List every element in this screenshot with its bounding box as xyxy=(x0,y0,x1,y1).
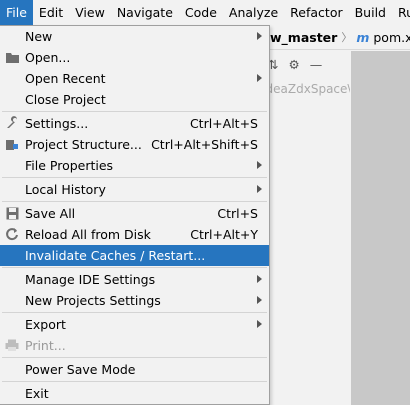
project-toolbar: ⇅ ⚙ — xyxy=(262,51,350,77)
submenu-arrow-icon xyxy=(257,161,262,169)
maven-icon: m xyxy=(356,29,370,45)
menu-item-project-structure[interactable]: Project Structure... Ctrl+Alt+Shift+S xyxy=(0,134,269,155)
menu-separator xyxy=(2,381,267,382)
menu-item-manage-ide-settings[interactable]: Manage IDE Settings xyxy=(0,269,269,290)
menu-item-new-projects-settings[interactable]: New Projects Settings xyxy=(0,290,269,311)
menu-item-save-all[interactable]: Save All Ctrl+S xyxy=(0,203,269,224)
breadcrumb-project[interactable]: w_master xyxy=(270,30,337,45)
menu-item-open-recent[interactable]: Open Recent xyxy=(0,68,269,89)
menu-item-local-history[interactable]: Local History xyxy=(0,179,269,200)
menu-bar: File Edit View Navigate Code Analyze Ref… xyxy=(0,0,410,25)
menu-separator xyxy=(2,357,267,358)
menu-separator xyxy=(2,201,267,202)
breadcrumb-file[interactable]: pom.xml xyxy=(373,30,410,45)
submenu-arrow-icon xyxy=(257,296,262,304)
menu-item-file-properties[interactable]: File Properties xyxy=(0,155,269,176)
menu-analyze[interactable]: Analyze xyxy=(223,0,284,25)
menu-item-settings[interactable]: Settings... Ctrl+Alt+S xyxy=(0,113,269,134)
menu-item-open[interactable]: Open... xyxy=(0,47,269,68)
navigation-bar: w_master 〉 m pom.xml xyxy=(262,25,410,50)
menu-refactor[interactable]: Refactor xyxy=(284,0,348,25)
refresh-icon xyxy=(4,226,20,242)
menu-separator xyxy=(2,177,267,178)
minimize-icon[interactable]: — xyxy=(310,57,323,72)
menu-file[interactable]: File xyxy=(0,0,33,25)
menu-run[interactable]: Run xyxy=(392,0,410,25)
menu-navigate[interactable]: Navigate xyxy=(111,0,179,25)
menu-separator xyxy=(2,111,267,112)
menu-build[interactable]: Build xyxy=(349,0,392,25)
menu-separator xyxy=(2,312,267,313)
menu-separator xyxy=(2,267,267,268)
submenu-arrow-icon xyxy=(257,320,262,328)
editor-area xyxy=(351,51,410,405)
menu-item-power-save-mode[interactable]: Power Save Mode xyxy=(0,359,269,380)
submenu-arrow-icon xyxy=(257,32,262,40)
chevron-right-icon: 〉 xyxy=(341,31,353,44)
menu-view[interactable]: View xyxy=(69,0,111,25)
menu-item-reload-all[interactable]: Reload All from Disk Ctrl+Alt+Y xyxy=(0,224,269,245)
menu-item-invalidate-caches[interactable]: Invalidate Caches / Restart... xyxy=(0,245,269,266)
file-menu-dropdown: New Open... Open Recent Close Project Se… xyxy=(0,25,270,405)
menu-code[interactable]: Code xyxy=(179,0,223,25)
save-icon xyxy=(4,205,20,221)
menu-item-print: Print... xyxy=(0,335,269,356)
printer-icon xyxy=(4,337,20,353)
menu-item-close-project[interactable]: Close Project xyxy=(0,89,269,110)
project-path: IdeaZdxSpace\ xyxy=(262,77,350,405)
menu-item-exit[interactable]: Exit xyxy=(0,383,269,404)
wrench-icon xyxy=(4,115,20,131)
menu-item-new[interactable]: New xyxy=(0,26,269,47)
project-structure-icon xyxy=(4,136,20,152)
gear-icon[interactable]: ⚙ xyxy=(288,57,299,72)
folder-icon xyxy=(4,49,20,65)
submenu-arrow-icon xyxy=(257,275,262,283)
submenu-arrow-icon xyxy=(257,74,262,82)
menu-edit[interactable]: Edit xyxy=(33,0,69,25)
submenu-arrow-icon xyxy=(257,185,262,193)
menu-item-export[interactable]: Export xyxy=(0,314,269,335)
